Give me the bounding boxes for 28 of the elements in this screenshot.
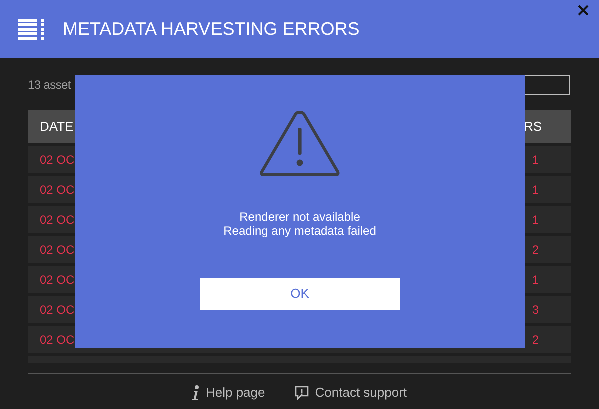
table-cell-text: 02 OC: [40, 182, 75, 198]
table-cell-text: 2: [532, 242, 540, 258]
column-header: RS: [524, 118, 543, 136]
footer-link[interactable]: Help page: [192, 383, 266, 402]
table-cell-text: 02 OC: [40, 212, 75, 228]
close-button[interactable]: [578, 5, 589, 16]
table-cell-text: 1: [532, 212, 540, 228]
table-cell-text: 1: [532, 182, 540, 198]
table-cell-text: 02 OC: [40, 242, 75, 258]
speech-bubble-icon: [295, 386, 310, 400]
column-header: DATE: [40, 118, 74, 136]
warning-icon: [259, 110, 341, 177]
table-cell-text: 02 OC: [40, 152, 75, 168]
footer-link[interactable]: Contact support: [295, 383, 408, 402]
table-cell-text: 1: [532, 272, 540, 288]
asset-count: 13 asset: [28, 77, 71, 94]
menu-icon[interactable]: [18, 18, 44, 40]
error-message: Renderer not available: [240, 210, 360, 224]
table-cell-text: 02 OC: [40, 302, 75, 318]
error-message: Reading any metadata failed: [224, 224, 376, 238]
table-cell-text: 3: [532, 302, 540, 318]
table-cell-text: 2: [532, 332, 540, 348]
ok-button[interactable]: OK: [200, 278, 400, 310]
info-icon: [192, 384, 200, 401]
table-cell-text: 02 OC: [40, 332, 75, 348]
window-title: METADATA HARVESTING ERRORS: [63, 18, 360, 40]
table-cell-text: 1: [532, 152, 540, 168]
table-cell-text: 02 OC: [40, 272, 75, 288]
